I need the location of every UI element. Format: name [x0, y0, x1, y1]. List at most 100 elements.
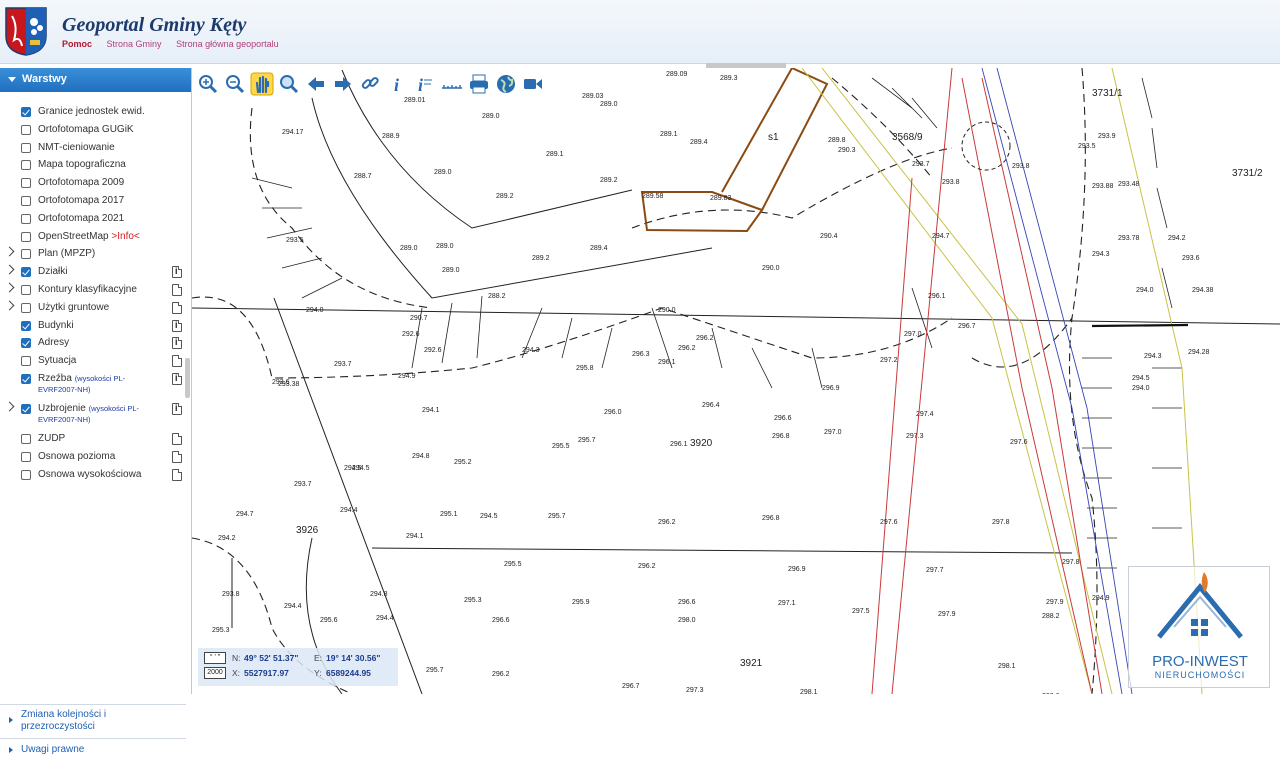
hatch-lines — [251, 77, 1182, 569]
expand-chevron-icon[interactable] — [4, 282, 15, 293]
layer-checkbox[interactable] — [21, 124, 31, 135]
layer-checkbox[interactable] — [21, 178, 31, 189]
info-doc-icon[interactable] — [172, 319, 182, 332]
parcel-number[interactable]: 3568/9 — [892, 132, 923, 143]
parcel-number[interactable]: 3920 — [690, 438, 713, 449]
height-label: 289.0 — [600, 101, 618, 108]
layer-checkbox[interactable] — [21, 284, 31, 295]
expand-triangle-icon — [9, 717, 13, 723]
layer-checkbox[interactable] — [21, 142, 31, 153]
geoportal-home-link[interactable]: Strona główna geoportalu — [176, 39, 279, 49]
doc-icon[interactable] — [172, 432, 182, 445]
layer-checkbox[interactable] — [21, 338, 31, 349]
order-transparency-panel[interactable]: Zmiana kolejności i przezroczystości — [0, 704, 186, 736]
expand-chevron-icon[interactable] — [4, 246, 15, 257]
expand-chevron-icon[interactable] — [4, 264, 15, 275]
layers-panel-title: Warstwy — [22, 73, 67, 85]
zoom-in-icon[interactable] — [196, 72, 220, 96]
measure-icon[interactable] — [440, 72, 464, 96]
osm-info-link[interactable]: >Info< — [111, 231, 139, 242]
layer-checkbox[interactable] — [21, 403, 31, 414]
layer-checkbox[interactable] — [21, 302, 31, 313]
pan-hand-icon[interactable] — [250, 72, 274, 96]
layer-checkbox[interactable] — [21, 160, 31, 171]
layer-row[interactable]: Budynki — [0, 318, 186, 336]
layer-row[interactable]: Ortofotomapa GUGiK — [0, 122, 186, 140]
layer-row[interactable]: Ortofotomapa 2017 — [0, 193, 186, 211]
layer-row[interactable]: Ortofotomapa 2021 — [0, 211, 186, 229]
print-icon[interactable] — [467, 72, 491, 96]
layer-row[interactable]: Działki — [0, 264, 186, 282]
parcel-number[interactable]: 3926 — [296, 525, 319, 536]
layers-panel-header[interactable]: Warstwy — [0, 68, 191, 92]
layer-checkbox[interactable] — [21, 231, 31, 242]
layer-row[interactable]: NMT-cieniowanie — [0, 140, 186, 158]
info-icon[interactable]: i — [386, 72, 410, 96]
info-doc-icon[interactable] — [172, 266, 182, 279]
layer-label: Rzeźba (wysokości PL-EVRF2007-NH) — [38, 373, 148, 395]
layer-row[interactable]: Osnowa wysokościowa — [0, 467, 186, 485]
info-doc-icon[interactable] — [172, 372, 182, 385]
expand-chevron-icon[interactable] — [4, 300, 15, 311]
layer-checkbox[interactable] — [21, 320, 31, 331]
layer-checkbox[interactable] — [21, 267, 31, 278]
doc-icon[interactable] — [172, 301, 182, 314]
municipality-site-link[interactable]: Strona Gminy — [107, 39, 162, 49]
height-label: 289.4 — [590, 245, 608, 252]
link-icon[interactable] — [358, 72, 382, 96]
layer-checkbox[interactable] — [21, 356, 31, 367]
height-label: 297.0 — [824, 429, 842, 436]
layer-row[interactable]: Granice jednostek ewid. — [0, 104, 186, 122]
height-label: 295.5 — [552, 443, 570, 450]
parcel-number[interactable]: s1 — [768, 132, 779, 143]
parcel-number[interactable]: 3921 — [740, 658, 763, 669]
layer-list-scrollbar[interactable] — [185, 358, 190, 398]
video-icon[interactable] — [521, 72, 545, 96]
layer-checkbox[interactable] — [21, 433, 31, 444]
doc-icon[interactable] — [172, 355, 182, 368]
back-arrow-icon[interactable] — [304, 72, 328, 96]
layer-row[interactable]: Adresy — [0, 335, 186, 353]
expand-chevron-icon[interactable] — [4, 401, 15, 412]
layer-label: NMT-cieniowanie — [38, 142, 115, 153]
globe-icon[interactable] — [494, 72, 518, 96]
parcel-number[interactable]: 3731/2 — [1232, 168, 1263, 179]
layer-row[interactable]: OpenStreetMap >Info< — [0, 229, 186, 247]
doc-icon[interactable] — [172, 468, 182, 481]
crs2000-toggle[interactable]: 2000 — [204, 667, 226, 679]
height-label: 296.4 — [702, 402, 720, 409]
info-query-icon[interactable]: i — [412, 72, 436, 96]
zoom-box-icon[interactable] — [277, 72, 301, 96]
layer-checkbox[interactable] — [21, 469, 31, 480]
map-canvas[interactable]: 289.09 289.3 289.01 289.03 289.0 289.0 294.17 2… — [192, 68, 1280, 694]
layer-checkbox[interactable] — [21, 249, 31, 260]
layer-row[interactable]: Kontury klasyfikacyjne — [0, 282, 186, 300]
height-label: 294.1 — [422, 407, 440, 414]
layer-row[interactable]: Mapa topograficzna — [0, 157, 186, 175]
layer-label: OpenStreetMap >Info< — [38, 231, 140, 242]
info-doc-icon[interactable] — [172, 402, 182, 415]
layer-row[interactable]: Rzeźba (wysokości PL-EVRF2007-NH) — [0, 371, 186, 401]
layer-row[interactable]: Ortofotomapa 2009 — [0, 175, 186, 193]
layer-name: Ortofotomapa 2021 — [38, 212, 125, 224]
doc-icon[interactable] — [172, 450, 182, 463]
layer-row[interactable]: Użytki gruntowe — [0, 300, 186, 318]
help-link[interactable]: Pomoc — [62, 39, 92, 49]
layer-row[interactable]: Uzbrojenie (wysokości PL-EVRF2007-NH) — [0, 401, 186, 431]
layer-checkbox[interactable] — [21, 373, 31, 384]
parcel-number[interactable]: 3731/1 — [1092, 88, 1123, 99]
layer-checkbox[interactable] — [21, 195, 31, 206]
layer-checkbox[interactable] — [21, 451, 31, 462]
forward-arrow-icon[interactable] — [331, 72, 355, 96]
legal-notes-panel[interactable]: Uwagi prawne — [0, 738, 186, 762]
info-doc-icon[interactable] — [172, 337, 182, 350]
layer-row[interactable]: Sytuacja — [0, 353, 186, 371]
layer-row[interactable]: Plan (MPZP) — [0, 246, 186, 264]
layer-row[interactable]: ZUDP — [0, 431, 186, 449]
dms-format-toggle[interactable]: ° ' " — [204, 652, 226, 664]
layer-row[interactable]: Osnowa pozioma — [0, 449, 186, 467]
doc-icon[interactable] — [172, 283, 182, 296]
layer-checkbox[interactable] — [21, 213, 31, 224]
zoom-out-icon[interactable] — [223, 72, 247, 96]
layer-checkbox[interactable] — [21, 107, 31, 117]
